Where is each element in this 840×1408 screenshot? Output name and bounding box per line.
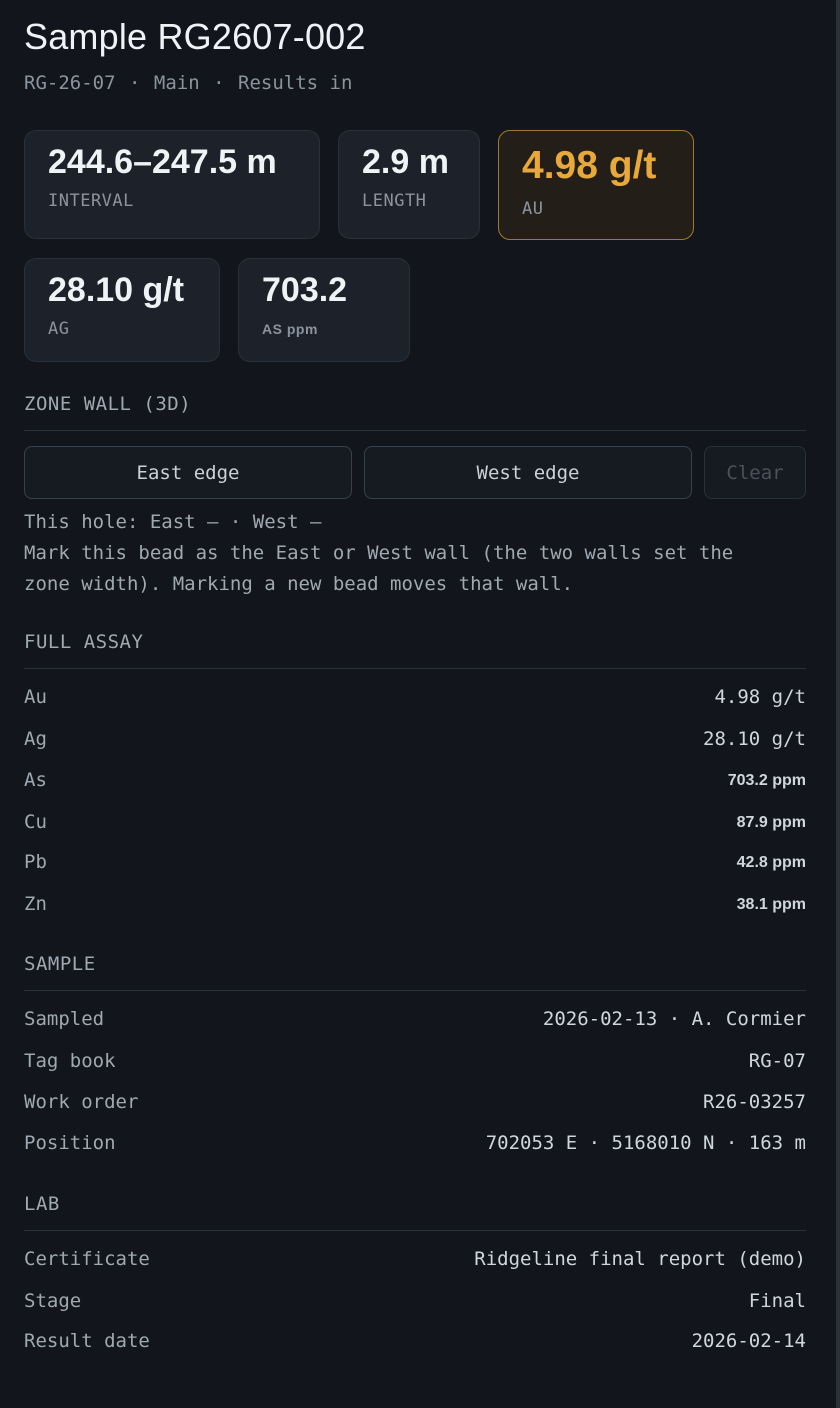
assay-value: 703.2 ppm bbox=[727, 772, 806, 789]
clear-button[interactable]: Clear bbox=[704, 446, 806, 499]
lab-row: Stage Final bbox=[24, 1290, 806, 1320]
sample-value: 702053 E · 5168010 N · 163 m bbox=[485, 1132, 806, 1154]
section-heading-sample: SAMPLE bbox=[24, 953, 96, 975]
panel-edge bbox=[836, 0, 840, 1408]
stat-card-as: 703.2 AS ppm bbox=[238, 258, 410, 362]
sample-value: RG-07 bbox=[748, 1050, 806, 1072]
section-heading-zone-wall: ZONE WALL (3D) bbox=[24, 393, 192, 415]
west-edge-button[interactable]: West edge bbox=[364, 446, 692, 499]
section-divider bbox=[24, 668, 806, 669]
assay-row: Au 4.98 g/t bbox=[24, 686, 806, 716]
stat-card-au: 4.98 g/t AU bbox=[498, 130, 694, 240]
lab-value: Ridgeline final report (demo) bbox=[474, 1248, 806, 1270]
separator: · bbox=[128, 72, 141, 94]
stat-value: 703.2 bbox=[262, 271, 348, 309]
section-heading-full-assay: FULL ASSAY bbox=[24, 631, 144, 653]
section-divider bbox=[24, 990, 806, 991]
stat-card-length: 2.9 m LENGTH bbox=[338, 130, 480, 239]
assay-row: As 703.2 ppm bbox=[24, 769, 806, 799]
assay-row: Ag 28.10 g/t bbox=[24, 728, 806, 758]
zone-wall-help: zone width). Marking a new bead moves th… bbox=[24, 573, 574, 595]
stat-value: 2.9 m bbox=[362, 143, 449, 181]
section-divider bbox=[24, 1230, 806, 1231]
assay-element: Au bbox=[24, 686, 47, 708]
assay-element: Cu bbox=[24, 811, 47, 833]
section-heading-lab: LAB bbox=[24, 1193, 60, 1215]
assay-row: Cu 87.9 ppm bbox=[24, 811, 806, 841]
branch-name: Main bbox=[153, 72, 200, 94]
stat-label: LENGTH bbox=[362, 191, 427, 211]
stat-label: AS ppm bbox=[262, 321, 318, 337]
assay-element: Pb bbox=[24, 851, 47, 873]
sample-row: Position 702053 E · 5168010 N · 163 m bbox=[24, 1132, 806, 1162]
lab-key: Result date bbox=[24, 1330, 150, 1352]
east-edge-button[interactable]: East edge bbox=[24, 446, 352, 499]
lab-row: Result date 2026-02-14 bbox=[24, 1330, 806, 1360]
assay-value: 38.1 ppm bbox=[736, 896, 806, 913]
lab-value: Final bbox=[748, 1290, 806, 1312]
sample-row: Sampled 2026-02-13 · A. Cormier bbox=[24, 1008, 806, 1038]
sample-breadcrumb: RG-26-07 · Main · Results in bbox=[24, 72, 352, 94]
zone-wall-status: This hole: East — · West — bbox=[24, 511, 322, 533]
sample-value: 2026-02-13 · A. Cormier bbox=[542, 1008, 806, 1030]
lab-value: 2026-02-14 bbox=[691, 1330, 806, 1352]
sample-key: Tag book bbox=[24, 1050, 116, 1072]
stat-label: AU bbox=[522, 199, 544, 219]
stat-label: INTERVAL bbox=[48, 191, 134, 211]
sample-key: Work order bbox=[24, 1091, 139, 1113]
hole-id: RG-26-07 bbox=[24, 72, 116, 94]
assay-element: As bbox=[24, 769, 47, 791]
assay-row: Zn 38.1 ppm bbox=[24, 893, 806, 923]
stat-value: 28.10 g/t bbox=[48, 271, 185, 309]
separator: · bbox=[213, 72, 225, 94]
assay-element: Zn bbox=[24, 893, 47, 915]
lab-row: Certificate Ridgeline final report (demo… bbox=[24, 1248, 806, 1278]
stat-value: 4.98 g/t bbox=[522, 144, 657, 187]
sample-key: Position bbox=[24, 1132, 116, 1154]
assay-value: 28.10 g/t bbox=[703, 728, 806, 750]
assay-element: Ag bbox=[24, 728, 47, 750]
assay-row: Pb 42.8 ppm bbox=[24, 851, 806, 881]
zone-wall-help: Mark this bead as the East or West wall … bbox=[24, 542, 734, 564]
lab-key: Certificate bbox=[24, 1248, 150, 1270]
sample-row: Work order R26-03257 bbox=[24, 1091, 806, 1121]
stat-card-ag: 28.10 g/t AG bbox=[24, 258, 220, 362]
stat-label: AG bbox=[48, 319, 70, 339]
sample-row: Tag book RG-07 bbox=[24, 1050, 806, 1080]
assay-value: 87.9 ppm bbox=[736, 814, 806, 831]
sample-value: R26-03257 bbox=[703, 1091, 806, 1113]
section-divider bbox=[24, 430, 806, 431]
lab-key: Stage bbox=[24, 1290, 82, 1312]
stat-card-interval: 244.6–247.5 m INTERVAL bbox=[24, 130, 320, 239]
stat-value: 244.6–247.5 m bbox=[48, 143, 277, 181]
assay-value: 42.8 ppm bbox=[736, 854, 806, 871]
assay-value: 4.98 g/t bbox=[714, 686, 806, 708]
page-title: Sample RG2607-002 bbox=[24, 16, 366, 57]
sample-key: Sampled bbox=[24, 1008, 105, 1030]
status-text: Results in bbox=[238, 72, 353, 94]
